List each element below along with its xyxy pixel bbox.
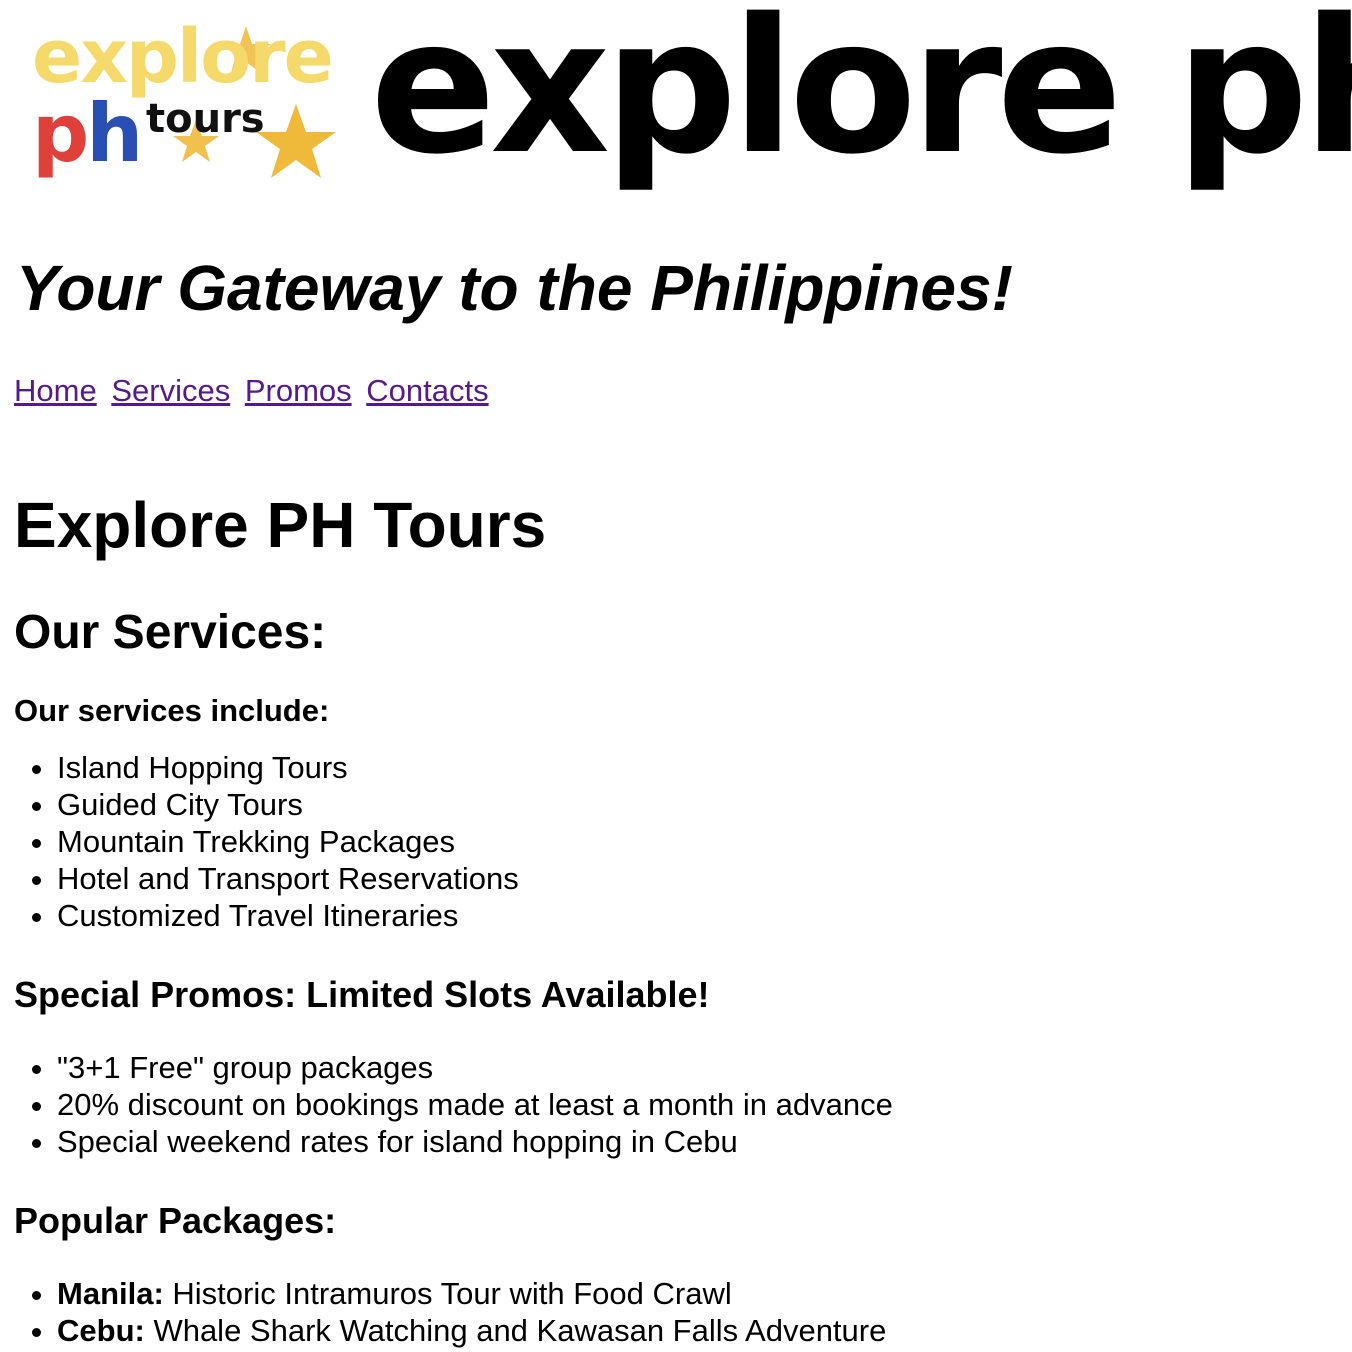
logo-graphic: explore ph tours	[32, 18, 336, 180]
star-icon	[256, 104, 336, 178]
brand-wordmark: explore ph	[370, 0, 1352, 195]
list-item: 20% discount on bookings made at least a…	[57, 1086, 1334, 1123]
page-title: Explore PH Tours	[14, 489, 547, 561]
logo-tours-text: tours	[146, 96, 265, 142]
services-list: Island Hopping Tours Guided City Tours M…	[14, 749, 1334, 934]
list-item: "3+1 Free" group packages	[57, 1049, 1334, 1086]
services-intro: Our services include:	[14, 693, 330, 729]
logo-ph-text: ph	[32, 87, 140, 180]
packages-list: Manila: Historic Intramuros Tour with Fo…	[14, 1275, 1334, 1349]
header-banner: explore ph tours explore ph	[0, 0, 1352, 210]
list-item: Island Hopping Tours	[57, 749, 1334, 786]
package-place: Cebu:	[57, 1313, 145, 1348]
list-item: Cebu: Whale Shark Watching and Kawasan F…	[57, 1312, 1334, 1349]
list-item: Mountain Trekking Packages	[57, 823, 1334, 860]
tagline: Your Gateway to the Philippines!	[16, 252, 1013, 324]
packages-heading: Popular Packages:	[14, 1200, 337, 1242]
promos-heading: Special Promos: Limited Slots Available!	[14, 974, 710, 1016]
list-item: Hotel and Transport Reservations	[57, 860, 1334, 897]
main-content: Explore PH Tours Our Services: Our servi…	[14, 488, 1334, 1352]
nav-link-services[interactable]: Services	[111, 373, 230, 408]
list-item: Guided City Tours	[57, 786, 1334, 823]
package-place: Manila:	[57, 1276, 164, 1311]
services-heading: Our Services:	[14, 605, 327, 659]
nav-link-contacts[interactable]: Contacts	[366, 373, 488, 408]
logo-ph-p: p	[32, 87, 86, 180]
page: explore ph tours explore ph Your Gateway…	[0, 0, 1352, 1352]
nav-link-home[interactable]: Home	[14, 373, 97, 408]
nav-link-promos[interactable]: Promos	[245, 373, 352, 408]
main-nav: Home Services Promos Contacts	[14, 372, 495, 409]
site-logo[interactable]: explore ph tours	[28, 18, 348, 188]
logo-ph-h: h	[86, 87, 140, 180]
package-description: Whale Shark Watching and Kawasan Falls A…	[144, 1313, 887, 1348]
list-item: Customized Travel Itineraries	[57, 897, 1334, 934]
package-description: Historic Intramuros Tour with Food Crawl	[163, 1276, 732, 1311]
list-item: Manila: Historic Intramuros Tour with Fo…	[57, 1275, 1334, 1312]
list-item: Special weekend rates for island hopping…	[57, 1123, 1334, 1160]
promos-list: "3+1 Free" group packages 20% discount o…	[14, 1049, 1334, 1160]
